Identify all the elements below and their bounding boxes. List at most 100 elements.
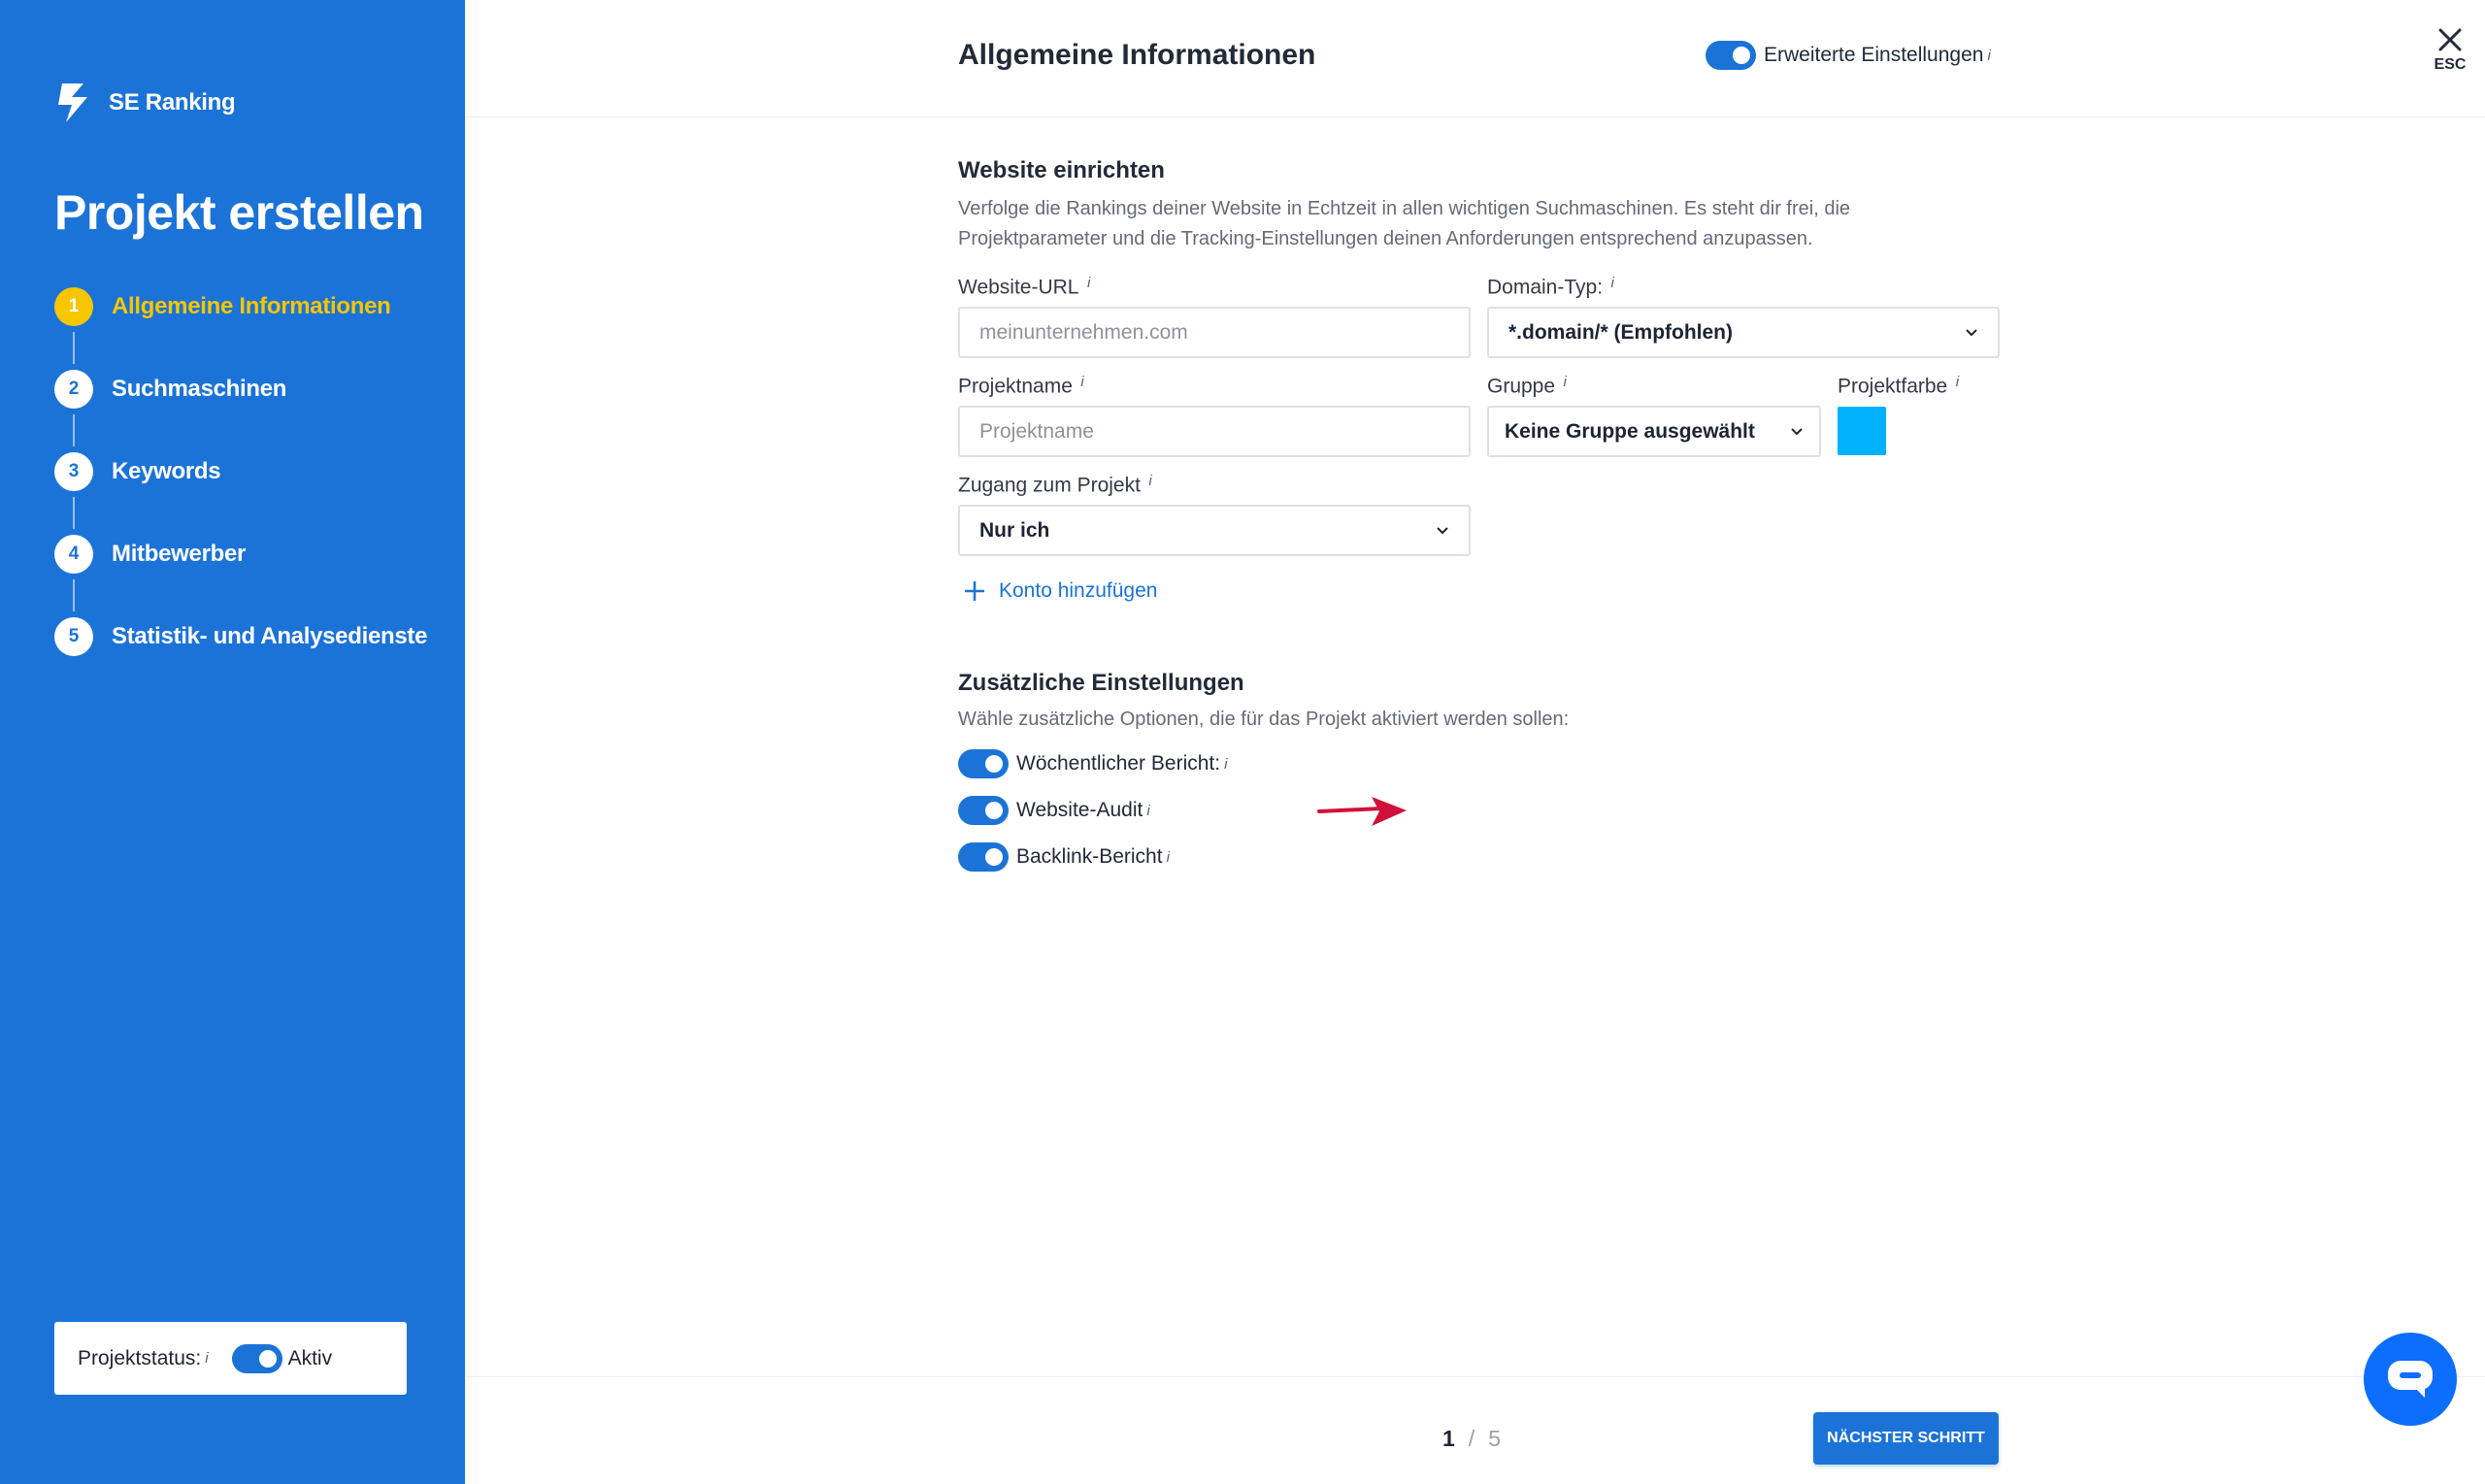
advanced-settings: Erweiterte Einstellungen i: [1706, 41, 1991, 70]
step-label: Suchmaschinen: [112, 376, 287, 402]
advanced-settings-toggle[interactable]: [1706, 41, 1756, 70]
step-number: 2: [54, 370, 93, 409]
project-color-label: Projektfarbe: [1838, 375, 1948, 398]
step-item-competitors[interactable]: 4 Mitbewerber: [54, 535, 427, 617]
sidebar-title: Projekt erstellen: [54, 185, 424, 240]
website-url-label-row: Website-URL i: [958, 275, 1090, 299]
step-number: 1: [54, 287, 93, 326]
main-panel: Allgemeine Informationen Erweiterte Eins…: [465, 0, 2485, 1484]
group-value: Keine Gruppe ausgewählt: [1505, 419, 1755, 443]
pager-current: 1: [1442, 1426, 1455, 1451]
step-list: 1 Allgemeine Informationen 2 Suchmaschin…: [54, 287, 427, 700]
step-label: Keywords: [112, 458, 221, 484]
website-audit-toggle[interactable]: [958, 796, 1009, 825]
brand-logo[interactable]: SE Ranking: [54, 82, 236, 124]
access-label: Zugang zum Projekt: [958, 474, 1141, 497]
option-label: Backlink-Bericht: [1016, 845, 1163, 868]
step-connector: [73, 497, 75, 529]
footer: 1 / 5 NÄCHSTER SCHRITT: [465, 1376, 2485, 1484]
step-item-analytics[interactable]: 5 Statistik- und Analysedienste: [54, 617, 427, 700]
info-icon[interactable]: i: [1611, 275, 1614, 291]
chevron-down-icon: [1791, 427, 1803, 435]
website-url-input[interactable]: meinunternehmen.com: [958, 307, 1471, 358]
step-pager: 1 / 5: [1442, 1426, 1501, 1452]
info-icon[interactable]: i: [205, 1350, 208, 1367]
pager-separator: /: [1468, 1426, 1475, 1451]
brand-name: SE Ranking: [109, 89, 236, 115]
info-icon[interactable]: i: [1987, 48, 1990, 64]
backlink-report-toggle[interactable]: [958, 842, 1009, 872]
plus-icon: [965, 581, 984, 601]
option-label: Website-Audit: [1016, 799, 1143, 821]
project-status-value: Aktiv: [287, 1346, 333, 1369]
domain-type-label: Domain-Typ:: [1487, 276, 1604, 299]
step-item-general-info[interactable]: 1 Allgemeine Informationen: [54, 287, 427, 370]
access-select[interactable]: Nur ich: [958, 505, 1471, 556]
info-icon[interactable]: i: [1224, 756, 1227, 773]
group-label-row: Gruppe i: [1487, 374, 1567, 398]
chevron-down-icon: [1966, 328, 1977, 336]
chevron-down-icon: [1437, 526, 1448, 534]
info-icon[interactable]: i: [1146, 803, 1149, 819]
se-ranking-logo-icon: [58, 83, 87, 122]
website-url-placeholder: meinunternehmen.com: [979, 320, 1188, 344]
additional-settings-title: Zusätzliche Einstellungen: [958, 670, 1244, 696]
chat-icon: [2388, 1361, 2433, 1398]
step-connector: [73, 332, 75, 364]
weekly-report-toggle[interactable]: [958, 749, 1009, 778]
step-connector: [73, 414, 75, 446]
option-label: Wöchentlicher Bericht:: [1016, 752, 1221, 775]
project-name-placeholder: Projektname: [979, 419, 1094, 443]
project-name-input[interactable]: Projektname: [958, 406, 1471, 457]
info-icon[interactable]: i: [1956, 374, 1959, 390]
project-status-box: Projektstatus: i Aktiv: [54, 1322, 407, 1395]
domain-type-label-row: Domain-Typ: i: [1487, 275, 1614, 299]
info-icon[interactable]: i: [1148, 473, 1151, 489]
step-item-keywords[interactable]: 3 Keywords: [54, 452, 427, 535]
option-website-audit: Website-Audit i: [958, 787, 1227, 834]
access-label-row: Zugang zum Projekt i: [958, 473, 1152, 497]
close-icon: [2438, 28, 2462, 51]
option-backlink-report: Backlink-Bericht i: [958, 834, 1227, 880]
info-icon[interactable]: i: [1167, 849, 1170, 866]
additional-settings-description: Wähle zusätzliche Optionen, die für das …: [958, 709, 1570, 730]
step-label: Allgemeine Informationen: [112, 293, 391, 319]
domain-type-select[interactable]: *.domain/* (Empfohlen): [1487, 307, 2000, 358]
page-title: Allgemeine Informationen: [958, 39, 1316, 71]
step-number: 3: [54, 452, 93, 491]
next-step-button[interactable]: NÄCHSTER SCHRITT: [1813, 1412, 1999, 1465]
project-name-label-row: Projektname i: [958, 374, 1084, 398]
header: Allgemeine Informationen Erweiterte Eins…: [465, 0, 2485, 117]
project-status-label: Projektstatus:: [78, 1346, 202, 1369]
pager-total: 5: [1488, 1426, 1501, 1451]
website-section-description: Verfolge die Rankings deiner Website in …: [958, 198, 1851, 249]
step-label: Mitbewerber: [112, 541, 247, 567]
info-icon[interactable]: i: [1087, 275, 1090, 291]
project-color-label-row: Projektfarbe i: [1838, 374, 1959, 398]
add-account-link[interactable]: Konto hinzufügen: [964, 579, 1157, 603]
options-list: Wöchentlicher Bericht: i Website-Audit i…: [958, 741, 1227, 880]
group-select[interactable]: Keine Gruppe ausgewählt: [1487, 406, 1821, 457]
website-section-title: Website einrichten: [958, 157, 1165, 183]
step-number: 4: [54, 535, 93, 574]
website-url-label: Website-URL: [958, 276, 1079, 299]
step-connector: [73, 579, 75, 611]
advanced-settings-label: Erweiterte Einstellungen: [1764, 44, 1984, 66]
info-icon[interactable]: i: [1080, 374, 1083, 390]
close-button[interactable]: ESC: [2433, 27, 2468, 74]
step-item-search-engines[interactable]: 2 Suchmaschinen: [54, 370, 427, 452]
step-number: 5: [54, 617, 93, 656]
chat-button[interactable]: [2364, 1333, 2457, 1426]
add-account-label: Konto hinzufügen: [999, 579, 1158, 602]
group-label: Gruppe: [1487, 375, 1556, 398]
option-weekly-report: Wöchentlicher Bericht: i: [958, 741, 1227, 787]
domain-type-value: *.domain/* (Empfohlen): [1508, 320, 1733, 344]
project-color-swatch[interactable]: [1838, 407, 1886, 455]
sidebar: SE Ranking Projekt erstellen 1 Allgemein…: [0, 0, 465, 1484]
step-label: Statistik- und Analysedienste: [112, 623, 428, 649]
annotation-arrow-icon: [1317, 797, 1407, 826]
info-icon[interactable]: i: [1564, 374, 1567, 390]
access-value: Nur ich: [979, 518, 1050, 542]
project-status-toggle[interactable]: [231, 1343, 282, 1373]
project-name-label: Projektname: [958, 375, 1073, 398]
